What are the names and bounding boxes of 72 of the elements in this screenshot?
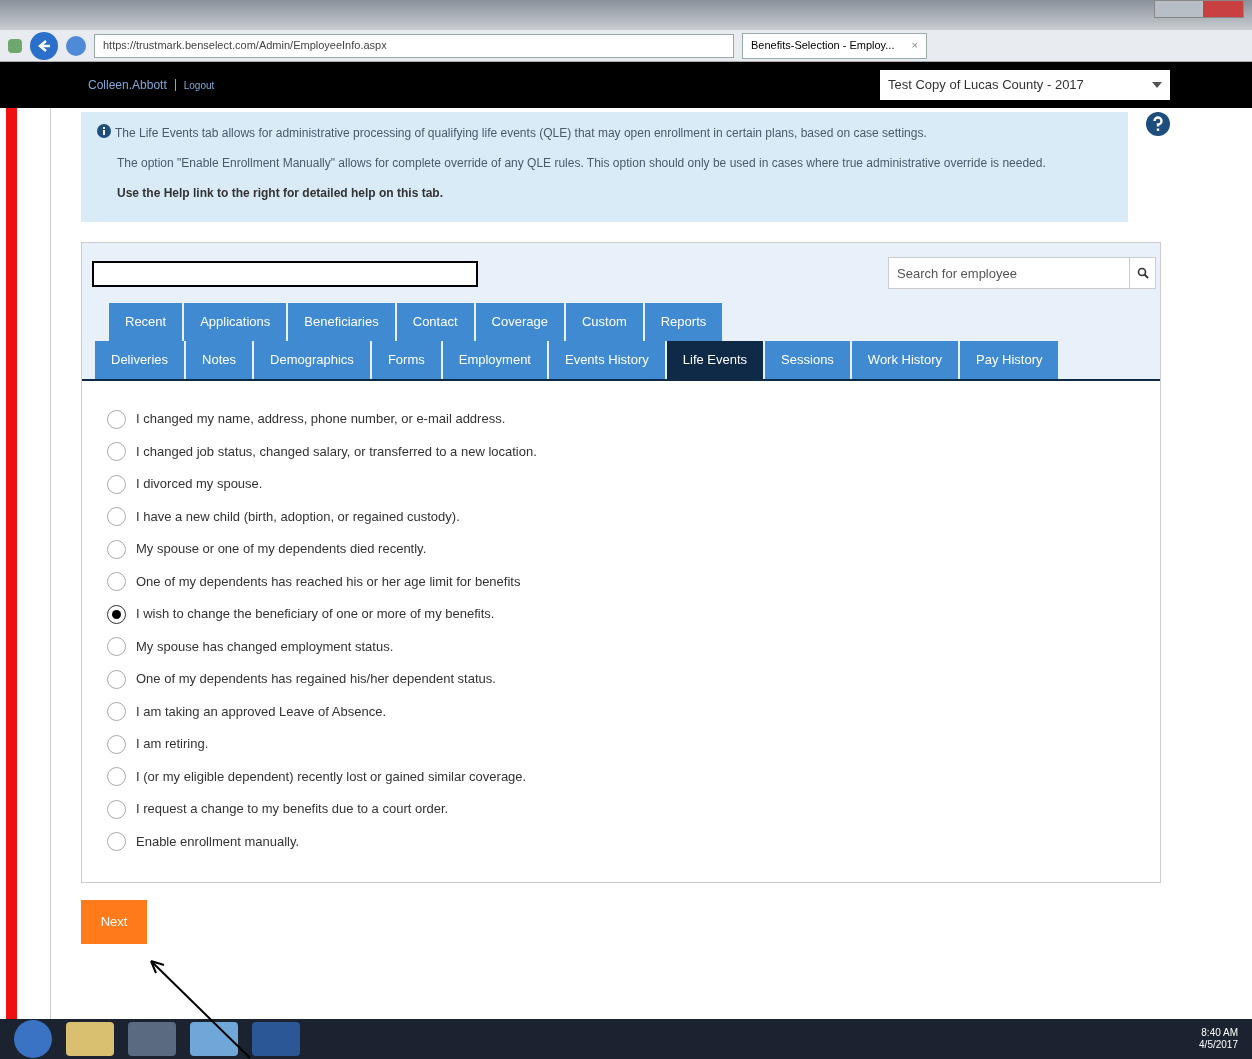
- tab[interactable]: Contact: [396, 303, 474, 341]
- option-label: I am retiring.: [136, 735, 209, 754]
- back-arrow-icon: [36, 37, 52, 54]
- radio-button[interactable]: [107, 572, 126, 591]
- option-label: I divorced my spouse.: [136, 475, 263, 494]
- forward-button[interactable]: [66, 35, 86, 56]
- search-field[interactable]: Search for employee: [888, 257, 1130, 289]
- caret-icon: [1152, 82, 1162, 88]
- option-label: I changed my name, address, phone number, or e-mail address.: [136, 410, 506, 429]
- radio-button[interactable]: [107, 702, 126, 721]
- option-label: My spouse has changed employment status.: [136, 637, 394, 656]
- user-name[interactable]: Colleen.Abbott: [88, 76, 167, 94]
- window-controls-icon[interactable]: [1154, 0, 1244, 18]
- radio-button[interactable]: [107, 637, 126, 656]
- next-button[interactable]: Next: [81, 899, 147, 944]
- tab[interactable]: Notes: [186, 341, 253, 379]
- option-label: One of my dependents has regained his/her dependent status.: [136, 670, 496, 689]
- help-note: Use the Help link to the right for detailed help on this tab.: [116, 185, 445, 202]
- tab[interactable]: Life Events: [666, 341, 764, 379]
- clock-time: 8:40 AM: [1201, 1026, 1238, 1039]
- option-label: My spouse or one of my dependents died recently.: [136, 540, 427, 559]
- close-icon[interactable]: ×: [911, 37, 918, 54]
- tab[interactable]: Coverage: [475, 303, 564, 341]
- radio-button[interactable]: [107, 767, 126, 786]
- tab[interactable]: Events History: [548, 341, 665, 379]
- option-label: I wish to change the beneficiary of one or more of my benefits.: [136, 605, 495, 624]
- info-text: The Life Events tab allows for administrative processing of qualifying life events (QLE) that may open enrollment in certain plans, based on case settings.: [115, 125, 927, 142]
- radio-button[interactable]: [107, 604, 126, 624]
- radio-button[interactable]: [107, 474, 126, 494]
- option-label: I am taking an approved Leave of Absence.: [136, 702, 387, 721]
- tab[interactable]: Sessions: [765, 341, 850, 379]
- tab[interactable]: Custom: [565, 303, 643, 341]
- radio-button[interactable]: [107, 539, 126, 559]
- radio-button[interactable]: [107, 832, 126, 851]
- option-label: I changed job status, changed salary, or transferred to a new location.: [136, 442, 537, 461]
- tab[interactable]: Applications: [184, 303, 287, 341]
- start-button[interactable]: [14, 1020, 52, 1058]
- radio-button[interactable]: [107, 799, 126, 819]
- url-text: https://trustmark.benselect.com/Admin/EmployeeInfo.aspx: [103, 38, 387, 54]
- browser-icon[interactable]: [190, 1022, 238, 1056]
- option-label: Enable enrollment manually.: [136, 832, 300, 851]
- tab[interactable]: Reports: [644, 303, 723, 341]
- info-text: The option "Enable Enrollment Manually" allows for complete override of any QLE rules. This option should only be used in cases where true administrative override is needed.: [116, 155, 1047, 172]
- option-label: I request a change to my benefits due to a court order.: [136, 800, 449, 819]
- radio-button[interactable]: [107, 669, 126, 689]
- option-label: One of my dependents has reached his or her age limit for benefits: [136, 572, 521, 591]
- tab[interactable]: Employment: [442, 341, 547, 379]
- tab[interactable]: Recent: [109, 303, 183, 341]
- tab[interactable]: Beneficiaries: [288, 303, 395, 341]
- tab[interactable]: Pay History: [960, 341, 1059, 379]
- address-bar[interactable]: https://trustmark.benselect.com/Admin/EmployeeInfo.aspx: [94, 33, 734, 58]
- option-label: I have a new child (birth, adoption, or regained custody).: [136, 507, 460, 526]
- option-label: I (or my eligible dependent) recently lost or gained similar coverage.: [136, 767, 527, 786]
- browser-tab[interactable]: Benefits-Selection - Employ... ×: [742, 32, 927, 59]
- info-icon: [97, 124, 111, 138]
- tab[interactable]: Work History: [851, 341, 958, 379]
- back-button[interactable]: [30, 31, 58, 60]
- search-button[interactable]: [1130, 257, 1156, 289]
- tab[interactable]: Deliveries: [95, 341, 185, 379]
- radio-button[interactable]: [107, 409, 126, 429]
- tab-title: Benefits-Selection - Employ...: [751, 38, 895, 54]
- radio-button[interactable]: [107, 442, 126, 461]
- tab[interactable]: Forms: [371, 341, 441, 379]
- radio-button[interactable]: [107, 507, 126, 526]
- radio-button[interactable]: [107, 734, 126, 754]
- page-icon: [8, 38, 22, 53]
- case-select[interactable]: Test Copy of Lucas County - 2017: [880, 70, 1170, 100]
- help-icon[interactable]: [1146, 112, 1170, 136]
- logout-link[interactable]: Logout: [183, 77, 215, 93]
- clock-date: 4/5/2017: [1199, 1039, 1238, 1052]
- search-icon: [1136, 267, 1149, 279]
- tab[interactable]: Demographics: [254, 341, 370, 379]
